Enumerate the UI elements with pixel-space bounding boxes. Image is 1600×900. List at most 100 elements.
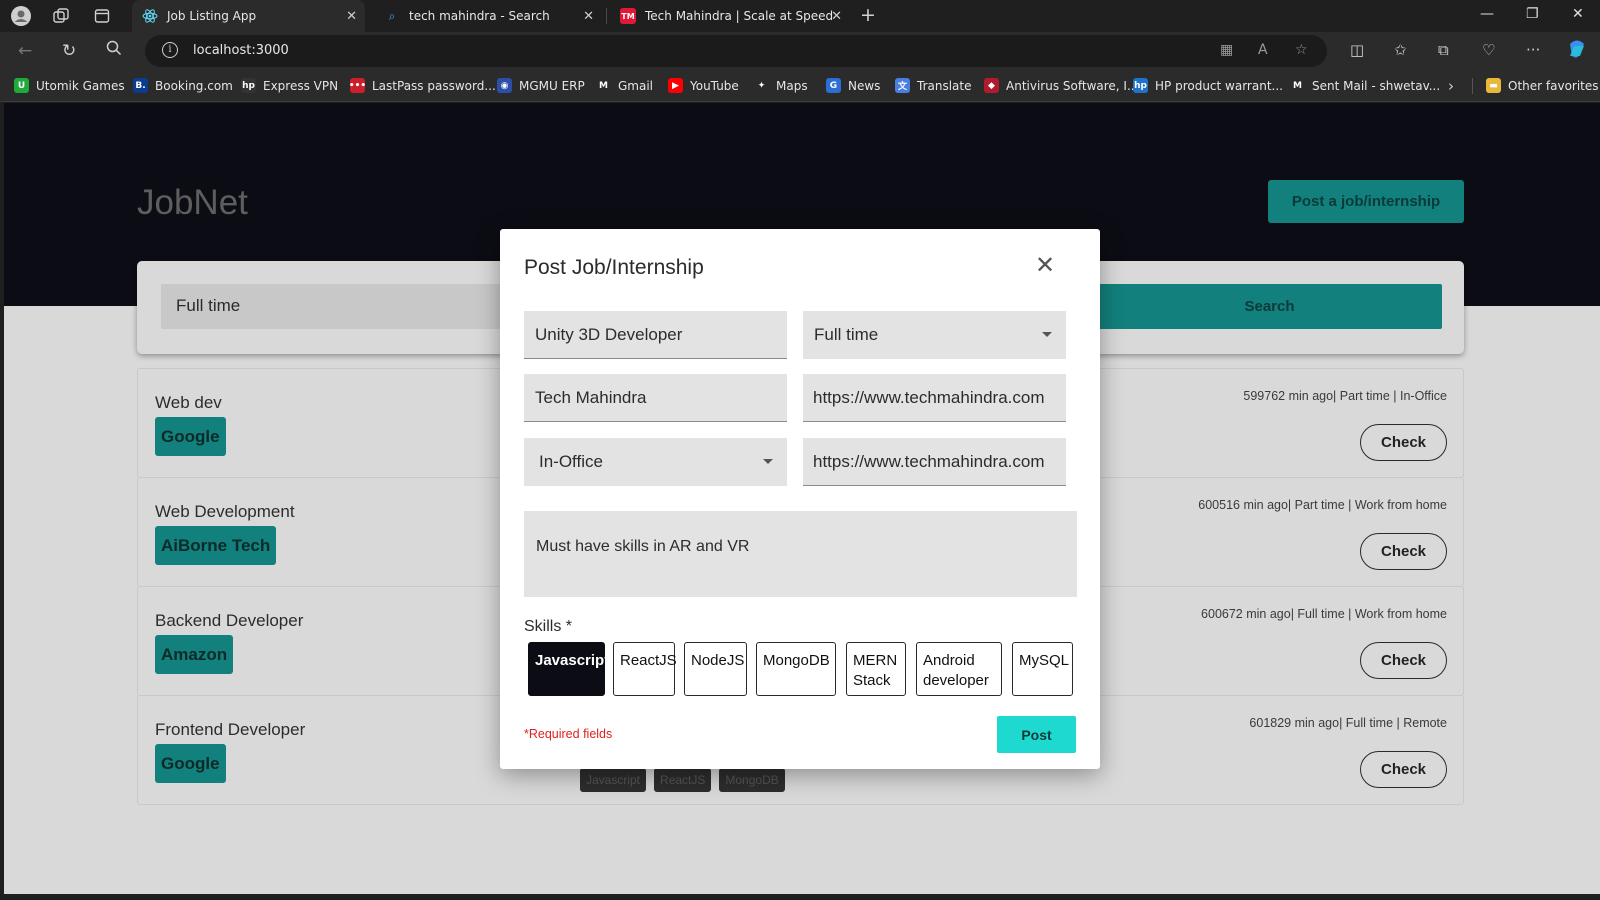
search-icon[interactable] xyxy=(106,40,122,62)
skill-option-javascript[interactable]: Javascript xyxy=(528,642,609,696)
bookmark-translate[interactable]: 文 Translate xyxy=(895,78,972,93)
app-available-icon[interactable]: ▦ xyxy=(1220,42,1233,58)
company-name-input[interactable]: Tech Mahindra xyxy=(524,374,787,422)
skill-option-mongodb[interactable]: MongoDB xyxy=(756,642,836,696)
more-options-icon[interactable]: ··· xyxy=(1526,41,1540,59)
split-screen-icon[interactable]: ◫ xyxy=(1350,41,1364,59)
new-tab-plus-icon[interactable]: + xyxy=(860,5,876,25)
utomik-games-icon: U xyxy=(14,78,29,93)
favorite-star-icon[interactable]: ☆ xyxy=(1295,42,1308,58)
check-button[interactable]: Check xyxy=(1360,751,1447,788)
post-job-button[interactable]: Post a job/internship xyxy=(1268,180,1464,223)
chevron-down-icon xyxy=(763,459,773,464)
check-button[interactable]: Check xyxy=(1360,642,1447,679)
antivirus-software-i-icon: ◆ xyxy=(984,78,999,93)
bookmark-utomik-games[interactable]: U Utomik Games xyxy=(14,78,125,93)
tech-mahindra-logo-icon: TM xyxy=(620,8,636,24)
check-button[interactable]: Check xyxy=(1360,424,1447,461)
translate-icon: 文 xyxy=(895,78,910,93)
job-meta: 600516 min ago| Part time | Work from ho… xyxy=(1198,498,1447,512)
more-bookmarks-chevron-icon[interactable]: › xyxy=(1448,77,1454,95)
bookmark-label: Express VPN xyxy=(263,78,339,93)
bookmark-mgmu-erp[interactable]: ◉ MGMU ERP xyxy=(497,78,585,93)
site-info-icon[interactable]: i xyxy=(162,42,178,58)
apply-link-input[interactable]: https://www.techmahindra.com xyxy=(803,438,1066,486)
bookmark-antivirus-software-i[interactable]: ◆ Antivirus Software, I... xyxy=(984,78,1138,93)
workspaces-icon[interactable] xyxy=(50,5,72,27)
bookmark-label: YouTube xyxy=(690,78,739,93)
job-title-input[interactable]: Unity 3D Developer xyxy=(524,311,787,359)
bookmark-label: Translate xyxy=(917,78,972,93)
close-tab-icon[interactable]: ✕ xyxy=(583,9,594,24)
post-button[interactable]: Post xyxy=(997,716,1076,753)
youtube-icon: ▶ xyxy=(668,78,683,93)
search-button[interactable]: Search xyxy=(1097,284,1442,329)
tab-tech-mahindra-search[interactable]: ⌕ tech mahindra - Search ✕ xyxy=(374,0,602,32)
bookmark-label: Utomik Games xyxy=(36,78,125,93)
browser-essentials-icon[interactable]: ♡ xyxy=(1482,41,1495,59)
tab-tech-mahindra-site[interactable]: TM Tech Mahindra | Scale at Speed ✕ xyxy=(610,0,850,32)
favorites-icon[interactable]: ✩ xyxy=(1394,41,1407,59)
bookmark-label: Sent Mail - shwetav... xyxy=(1312,78,1441,93)
bookmark-label: HP product warrant... xyxy=(1155,78,1283,93)
collections-icon[interactable]: ⧉ xyxy=(1438,41,1449,59)
tab-title: Tech Mahindra | Scale at Speed xyxy=(645,9,834,23)
profile-avatar-icon[interactable] xyxy=(10,5,32,27)
location-type-select[interactable]: In-Office xyxy=(524,438,787,486)
skill-option-android-developer[interactable]: Android developer xyxy=(916,642,1002,696)
bookmark-gmail[interactable]: M Gmail xyxy=(596,78,653,93)
bookmark-lastpass-password[interactable]: ••• LastPass password... xyxy=(349,78,496,93)
job-title: Web Development xyxy=(155,502,295,521)
bookmark-news[interactable]: G News xyxy=(826,78,880,93)
skill-option-mysql[interactable]: MySQL xyxy=(1012,642,1073,696)
skills-label: Skills * xyxy=(524,618,573,635)
close-icon[interactable]: ✕ xyxy=(1035,254,1055,278)
bookmark-other-favorites[interactable]: ▬ Other favorites xyxy=(1486,78,1599,93)
address-bar[interactable]: i localhost:3000 ▦ A ☆ xyxy=(145,35,1327,67)
sent-mail-shwetav-icon: M xyxy=(1290,78,1305,93)
search-icon: ⌕ xyxy=(388,8,396,23)
bookmark-booking-com[interactable]: B. Booking.com xyxy=(133,78,233,93)
job-title: Web dev xyxy=(155,393,222,412)
restore-icon[interactable]: ❐ xyxy=(1526,6,1539,22)
bookmark-label: Gmail xyxy=(618,78,654,93)
job-type-select[interactable]: Full time xyxy=(803,311,1066,359)
bookmark-sent-mail-shwetav[interactable]: M Sent Mail - shwetav... xyxy=(1290,78,1440,93)
modal-title: Post Job/Internship xyxy=(524,256,704,279)
job-meta: 600672 min ago| Full time | Work from ho… xyxy=(1201,607,1447,621)
brand-logo[interactable]: JobNet xyxy=(137,183,248,223)
copilot-icon[interactable] xyxy=(1566,38,1588,64)
tab-job-listing-app[interactable]: Job Listing App ✕ xyxy=(132,0,365,32)
skill-option-reactjs[interactable]: ReactJS xyxy=(613,642,677,696)
bookmark-maps[interactable]: ✦ Maps xyxy=(754,78,808,93)
close-tab-icon[interactable]: ✕ xyxy=(831,9,842,24)
lastpass-password-icon: ••• xyxy=(349,78,366,93)
job-meta: 599762 min ago| Part time | In-Office xyxy=(1243,389,1447,403)
bookmark-express-vpn[interactable]: hp Express VPN xyxy=(241,78,338,93)
bookmark-label: News xyxy=(848,78,881,93)
refresh-icon[interactable]: ↻ xyxy=(62,40,76,62)
company-badge: Google xyxy=(155,417,226,456)
read-aloud-icon[interactable]: A xyxy=(1258,42,1268,58)
maps-icon: ✦ xyxy=(754,78,769,93)
window-close-icon[interactable]: ✕ xyxy=(1572,6,1584,22)
check-button[interactable]: Check xyxy=(1360,533,1447,570)
back-arrow-icon[interactable]: ← xyxy=(18,40,32,62)
required-fields-note: *Required fields xyxy=(524,727,613,741)
job-description-textarea[interactable]: Must have skills in AR and VR xyxy=(524,511,1077,597)
job-type-filter-input[interactable]: Full time xyxy=(161,284,517,329)
tab-title: Job Listing App xyxy=(167,9,257,23)
minimize-icon[interactable]: — xyxy=(1480,6,1494,22)
close-tab-icon[interactable]: ✕ xyxy=(346,9,357,24)
skill-option-mern-stack[interactable]: MERN Stack xyxy=(846,642,906,696)
bookmark-youtube[interactable]: ▶ YouTube xyxy=(668,78,739,93)
hp-product-warrant-icon: hp xyxy=(1133,78,1148,93)
bookmark-label: Antivirus Software, I... xyxy=(1006,78,1139,93)
tab-actions-icon[interactable] xyxy=(91,5,113,27)
skill-option-nodejs[interactable]: NodeJS xyxy=(684,642,747,696)
bookmark-hp-product-warrant[interactable]: hp HP product warrant... xyxy=(1133,78,1283,93)
mgmu-erp-icon: ◉ xyxy=(497,78,512,93)
company-url-input[interactable]: https://www.techmahindra.com xyxy=(803,374,1066,422)
company-badge: Amazon xyxy=(155,635,234,674)
browser-toolbar: ← ↻ i localhost:3000 ▦ A ☆ ◫ ✩ ⧉ ♡ ··· xyxy=(0,32,1600,70)
